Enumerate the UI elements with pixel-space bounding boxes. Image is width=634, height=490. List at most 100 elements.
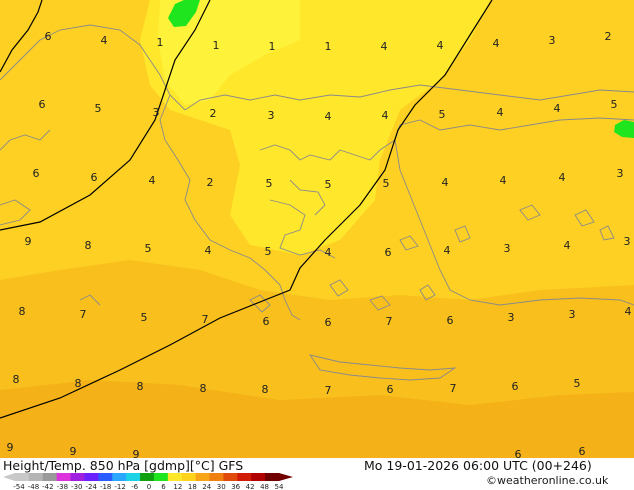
temperature-colorbar: -54 -48 -42 -38 -30 -24 -18 -12 -6 0 6 12 18 24 30 36 42… — [3, 473, 293, 490]
temperature-label: 5 — [383, 177, 390, 190]
colorbar-tick-label: -42 — [42, 483, 53, 490]
temperature-label: 4 — [149, 174, 156, 187]
temperature-label: 6 — [515, 448, 522, 458]
temperature-label: 6 — [33, 167, 40, 180]
temperature-label: 1 — [269, 40, 276, 53]
temperature-label: 1 — [213, 39, 220, 52]
temperature-label: 6 — [387, 383, 394, 396]
weather-map: 6 4 1 1 1 1 4 4 4 3 2 6 5 3 2 3 4 4 5 4 4 5 6 6 4 2 5 5 5 4 4 4 3 9 8 5 4 5 4 6… — [0, 0, 634, 461]
temperature-label: 6 — [263, 315, 270, 328]
temperature-label: 4 — [442, 176, 449, 189]
temperature-label: 3 — [617, 167, 624, 180]
colorbar-tick-label: 48 — [260, 483, 269, 490]
colorbar-swatch — [167, 473, 183, 481]
temperature-label: 7 — [80, 308, 87, 321]
temperature-label: 4 — [500, 174, 507, 187]
colorbar-swatch — [84, 473, 99, 481]
temperature-label: 9 — [70, 445, 77, 458]
colorbar-swatch — [251, 473, 266, 481]
temperature-label: 3 — [508, 311, 515, 324]
temperature-label: 4 — [493, 37, 500, 50]
temperature-label: 5 — [95, 102, 102, 115]
temperature-label: 2 — [210, 107, 217, 120]
colorbar-tick-label: -38 — [57, 483, 68, 490]
temperature-label: 4 — [559, 171, 566, 184]
temperature-label: 4 — [325, 110, 332, 123]
colorbar-swatch — [265, 473, 280, 481]
temperature-label: 5 — [325, 178, 332, 191]
temperature-label: 3 — [624, 235, 631, 248]
colorbar-tick-label: 6 — [161, 483, 166, 490]
site-credit[interactable]: ©weatheronline.co.uk — [486, 474, 608, 487]
temperature-label: 7 — [450, 382, 457, 395]
colorbar-tick-label: 36 — [231, 483, 240, 490]
temperature-label: 2 — [605, 30, 612, 43]
temperature-label: 8 — [13, 373, 20, 386]
colorbar-swatch — [28, 473, 44, 481]
temperature-label: 8 — [200, 382, 207, 395]
colorbar-swatch — [195, 473, 210, 481]
temperature-label: 3 — [549, 34, 556, 47]
temperature-label: 7 — [386, 315, 393, 328]
temperature-label: 4 — [381, 40, 388, 53]
colorbar-tick-label: 12 — [173, 483, 182, 490]
colorbar-tick-label: 24 — [202, 483, 211, 490]
temperature-label: 4 — [382, 109, 389, 122]
colorbar-left-arrow — [3, 473, 15, 481]
temperature-label: 6 — [39, 98, 46, 111]
colorbar-tick-label: 0 — [147, 483, 151, 490]
temperature-label: 6 — [91, 171, 98, 184]
colorbar-tick-label: -6 — [131, 483, 139, 490]
temperature-label: 5 — [611, 98, 618, 111]
temperature-label: 5 — [145, 242, 152, 255]
colorbar-swatch — [112, 473, 127, 481]
colorbar-swatch — [223, 473, 238, 481]
colorbar-swatch — [56, 473, 71, 481]
colorbar-swatch — [42, 473, 58, 481]
colorbar-tick-label: 18 — [188, 483, 197, 490]
temperature-label: 1 — [157, 36, 164, 49]
colorbar-swatch — [98, 473, 113, 481]
temperature-label: 8 — [262, 383, 269, 396]
temperature-label: 5 — [266, 177, 273, 190]
temperature-label: 5 — [141, 311, 148, 324]
site-credit-text: weatheronline.co.uk — [497, 474, 609, 487]
colorbar-tick-label: 42 — [246, 483, 255, 490]
colorbar-tick-label: -12 — [114, 483, 125, 490]
temperature-label: 3 — [268, 109, 275, 122]
colorbar-right-arrow — [279, 473, 293, 481]
colorbar-swatch — [153, 473, 169, 481]
temperature-label: 9 — [25, 235, 32, 248]
colorbar-tick-label: 54 — [275, 483, 284, 490]
temperature-label: 8 — [19, 305, 26, 318]
temperature-label: 8 — [137, 380, 144, 393]
temperature-label: 6 — [447, 314, 454, 327]
temperature-label: 2 — [207, 176, 214, 189]
temperature-label: 4 — [497, 106, 504, 119]
temperature-label: 3 — [504, 242, 511, 255]
map-title: Height/Temp. 850 hPa [gdmp][°C] GFS — [3, 458, 244, 473]
temperature-label: 9 — [7, 441, 14, 454]
temperature-label: 4 — [325, 246, 332, 259]
temperature-label: 5 — [439, 108, 446, 121]
colorbar-swatch — [15, 473, 30, 481]
temperature-label: 6 — [579, 445, 586, 458]
temperature-label: 4 — [205, 244, 212, 257]
temperature-label: 4 — [444, 244, 451, 257]
temperature-label: 7 — [325, 384, 332, 397]
colorbar-tick-label: -48 — [28, 483, 39, 490]
colorbar-tick-label: 30 — [217, 483, 226, 490]
temperature-label: 1 — [325, 40, 332, 53]
temperature-label: 4 — [101, 34, 108, 47]
colorbar-swatch — [181, 473, 197, 481]
colorbar-tick-label: -18 — [100, 483, 111, 490]
colorbar-tick-label: -30 — [71, 483, 82, 490]
temperature-label: 3 — [569, 308, 576, 321]
temperature-label: 8 — [85, 239, 92, 252]
temperature-label: 7 — [202, 313, 209, 326]
temperature-label: 5 — [265, 245, 272, 258]
temperature-label: 8 — [75, 377, 82, 390]
colorbar-swatch — [209, 473, 224, 481]
temperature-label: 4 — [625, 305, 632, 318]
copyright-symbol: © — [486, 474, 497, 487]
